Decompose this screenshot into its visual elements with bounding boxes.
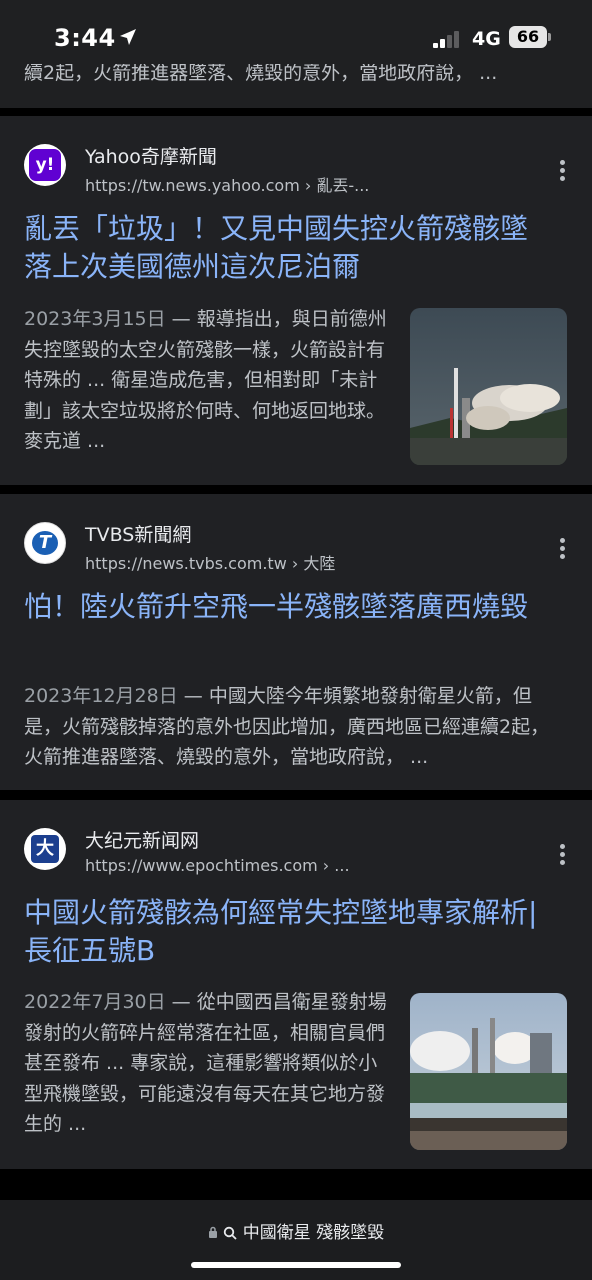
browser-address-bar[interactable]: 中國衛星 殘骸墜毀 — [0, 1200, 592, 1280]
previous-snippet: 續2起，火箭推進器墜落、燒毀的意外，當地政府說， ... — [24, 64, 498, 84]
result-date: 2023年3月15日 — [24, 308, 166, 330]
more-vert-icon[interactable] — [560, 160, 566, 184]
result-thumbnail[interactable] — [410, 308, 567, 465]
site-name: 大纪元新闻网 — [85, 830, 200, 852]
result-title-link[interactable]: 亂丟「垃圾」！又見中國失控火箭殘骸墜落上次美國德州這次尼泊爾 — [24, 210, 554, 286]
search-icon — [224, 1226, 237, 1240]
site-name: Yahoo奇摩新聞 — [85, 146, 217, 168]
status-bar: 3:44 4G 66 — [0, 0, 592, 64]
epochtimes-favicon-icon: 大 — [24, 828, 66, 870]
rocket-launch-crowd-image — [410, 993, 567, 1150]
favicon-glyph: 大 — [31, 835, 59, 863]
favicon-glyph: y! — [29, 149, 61, 181]
result-card[interactable]: y! Yahoo奇摩新聞 https://tw.news.yahoo.com ›… — [0, 116, 592, 485]
site-name: TVBS新聞網 — [85, 524, 192, 546]
result-card[interactable]: T TVBS新聞網 https://news.tvbs.com.tw › 大陸 … — [0, 494, 592, 790]
result-date: 2022年7月30日 — [24, 991, 166, 1013]
result-snippet: 2023年12月28日 — 中國大陸今年頻繁地發射衛星火箭，但是，火箭殘骸掉落的… — [24, 685, 550, 768]
address-field[interactable]: 中國衛星 殘骸墜毀 — [0, 1218, 592, 1243]
network-type: 4G — [472, 28, 501, 50]
favicon-glyph: T — [32, 531, 58, 555]
site-url: https://www.epochtimes.com › ... — [85, 856, 350, 875]
result-date: 2023年12月28日 — [24, 685, 178, 707]
home-indicator[interactable] — [191, 1262, 401, 1268]
result-thumbnail[interactable] — [410, 993, 567, 1150]
result-card[interactable]: 大 大纪元新闻网 https://www.epochtimes.com › ..… — [0, 800, 592, 1169]
result-title-link[interactable]: 中國火箭殘骸為何經常失控墜地專家解析| 長征五號B — [24, 894, 554, 970]
site-url: https://news.tvbs.com.tw › 大陸 — [85, 554, 336, 573]
rocket-launch-image — [410, 308, 567, 465]
search-query: 中國衛星 殘骸墜毀 — [242, 1223, 385, 1243]
battery-indicator: 66 — [509, 26, 547, 48]
yahoo-favicon-icon: y! — [24, 144, 66, 186]
site-url: https://tw.news.yahoo.com › 亂丟-... — [85, 176, 370, 195]
result-snippet: 2023年3月15日 — 報導指出，與日前德州失控墜毀的太空火箭殘骸一樣，火箭設… — [24, 308, 387, 452]
tvbs-favicon-icon: T — [24, 522, 66, 564]
result-snippet: 2022年7月30日 — 從中國西昌衛星發射場發射的火箭碎片經常落在社區，相關官… — [24, 991, 387, 1135]
previous-result-fragment: 續2起，火箭推進器墜落、燒毀的意外，當地政府說， ... — [0, 64, 592, 108]
battery-nub — [548, 33, 551, 41]
result-title-link[interactable]: 怕！陸火箭升空飛一半殘骸墜落廣西燒毀 — [24, 588, 554, 626]
more-vert-icon[interactable] — [560, 844, 566, 868]
lock-icon — [208, 1226, 217, 1238]
more-vert-icon[interactable] — [560, 538, 566, 562]
location-arrow-icon — [120, 29, 136, 45]
signal-icon — [433, 30, 463, 48]
status-time: 3:44 — [54, 24, 116, 52]
